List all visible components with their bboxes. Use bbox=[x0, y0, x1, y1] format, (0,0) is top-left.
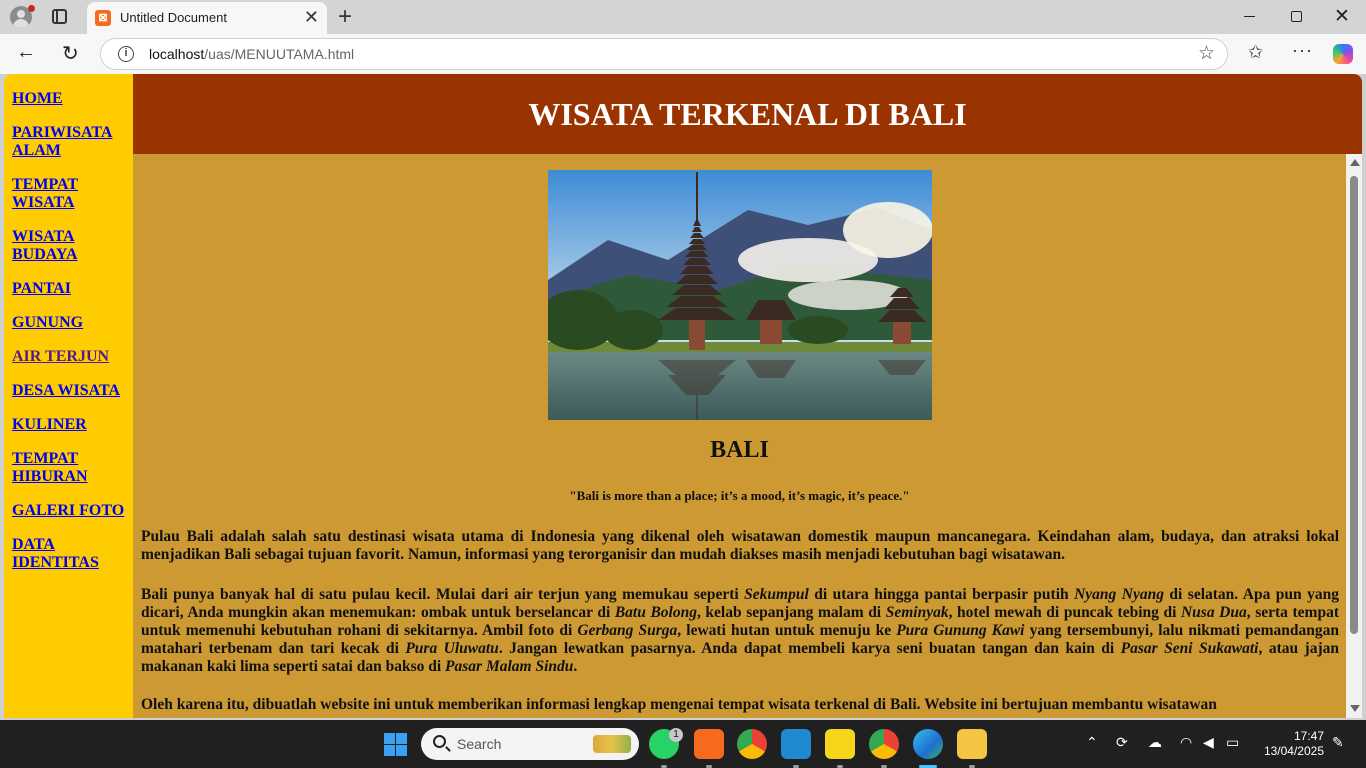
favorites-icon[interactable]: ✩ bbox=[1248, 42, 1263, 63]
sidebar-item-desa-wisata[interactable]: DESA WISATA bbox=[12, 382, 132, 400]
os-taskbar: Search ⌃ ⟳ ☁ ◠ ◀ ▭ 17:47 13/04/2025 ✎ bbox=[0, 720, 1366, 768]
place-name: Gerbang Surga bbox=[577, 622, 678, 639]
place-name: Pasar Seni Sukawati bbox=[1120, 640, 1259, 657]
url-path: /uas/MENUUTAMA.html bbox=[204, 46, 355, 62]
volume-icon[interactable]: ◀ bbox=[1203, 734, 1214, 751]
sidebar-nav: HOME PARIWISATA ALAM TEMPAT WISATA WISAT… bbox=[4, 74, 133, 718]
paragraph-text: di utara hingga pantai berpasir putih bbox=[808, 586, 1075, 603]
browser-toolbar: ← ↻ i localhost/uas/MENUUTAMA.html ☆ ✩ ·… bbox=[0, 34, 1366, 74]
profile-notification-dot bbox=[28, 5, 35, 12]
system-clock[interactable]: 17:47 13/04/2025 bbox=[1258, 729, 1324, 759]
paragraph-text: . bbox=[573, 658, 578, 675]
vscode-icon[interactable] bbox=[781, 729, 811, 759]
page-header: WISATA TERKENAL DI BALI bbox=[133, 74, 1362, 154]
xampp-icon: ⊠ bbox=[95, 10, 111, 26]
favorite-star-icon[interactable]: ☆ bbox=[1198, 42, 1215, 65]
back-arrow-icon[interactable]: ← bbox=[16, 41, 36, 64]
sidebar-item-pantai[interactable]: PANTAI bbox=[12, 280, 132, 298]
scroll-down-arrow-icon[interactable] bbox=[1350, 705, 1360, 712]
place-name: Pasar Malam Sindu bbox=[445, 658, 574, 675]
windows-start-icon[interactable] bbox=[384, 733, 407, 756]
paragraph-text: , lewati hutan untuk menuju ke bbox=[677, 622, 897, 639]
file-explorer-icon[interactable] bbox=[957, 729, 987, 759]
tab-active[interactable]: ⊠ Untitled Document ✕ bbox=[87, 2, 327, 34]
scroll-up-arrow-icon[interactable] bbox=[1350, 159, 1360, 166]
copilot-icon[interactable] bbox=[1333, 44, 1353, 64]
edge-icon[interactable] bbox=[913, 729, 943, 759]
sidebar-item-home[interactable]: HOME bbox=[12, 90, 132, 108]
intro-paragraph: Pulau Bali adalah salah satu destinasi w… bbox=[141, 528, 1339, 563]
page-viewport: HOME PARIWISATA ALAM TEMPAT WISATA WISAT… bbox=[4, 74, 1362, 718]
paragraph-text: , kelab sepanjang malam di bbox=[696, 604, 886, 621]
highlights-paragraph: Bali punya banyak hal di satu pulau keci… bbox=[141, 586, 1339, 676]
place-name: Nusa Dua bbox=[1180, 604, 1247, 621]
chrome-icon[interactable] bbox=[737, 729, 767, 759]
browser-tab-strip: ⊠ Untitled Document ✕ + ✕ bbox=[0, 0, 1366, 34]
place-name: Pura Uluwatu bbox=[405, 640, 499, 657]
page-scrollbar[interactable] bbox=[1346, 154, 1362, 718]
page-title: WISATA TERKENAL DI BALI bbox=[528, 96, 967, 132]
whatsapp-badge: 1 bbox=[669, 728, 683, 742]
tab-title: Untitled Document bbox=[120, 10, 227, 25]
bali-temple-photo bbox=[548, 170, 932, 420]
purpose-paragraph: Oleh karena itu, dibuatlah website ini u… bbox=[141, 696, 1217, 713]
new-tab-icon[interactable]: + bbox=[338, 3, 352, 31]
tab-close-icon[interactable]: ✕ bbox=[304, 7, 319, 28]
clock-time: 17:47 bbox=[1293, 729, 1324, 743]
destination-heading: BALI bbox=[710, 437, 769, 463]
xampp-taskbar-icon[interactable] bbox=[694, 729, 724, 759]
search-highlight-icon bbox=[593, 735, 631, 753]
place-name: Nyang Nyang bbox=[1074, 586, 1164, 603]
maximize-icon[interactable] bbox=[1291, 11, 1302, 22]
chrome-profile-icon[interactable] bbox=[869, 729, 899, 759]
sidebar-item-kuliner[interactable]: KULINER bbox=[12, 416, 132, 434]
address-bar[interactable]: i localhost/uas/MENUUTAMA.html ☆ bbox=[100, 38, 1228, 70]
sidebar-item-galeri-foto[interactable]: GALERI FOTO bbox=[12, 502, 132, 520]
sidebar-item-wisata-budaya[interactable]: WISATA BUDAYA bbox=[12, 228, 132, 264]
sticky-notes-icon[interactable] bbox=[825, 729, 855, 759]
quote-text: "Bali is more than a place; it’s a mood,… bbox=[569, 488, 910, 503]
sidebar-item-gunung[interactable]: GUNUNG bbox=[12, 314, 132, 332]
paragraph-text: . Jangan lewatkan pasarnya. Anda dapat m… bbox=[498, 640, 1121, 657]
paragraph-text: , hotel mewah di puncak tebing di bbox=[948, 604, 1181, 621]
notifications-icon[interactable]: ✎ bbox=[1332, 734, 1344, 751]
sidebar-item-tempat-wisata[interactable]: TEMPAT WISATA bbox=[12, 176, 132, 212]
sync-icon[interactable]: ⟳ bbox=[1116, 734, 1128, 751]
sidebar-item-air-terjun[interactable]: AIR TERJUN bbox=[12, 348, 132, 366]
minimize-icon[interactable] bbox=[1244, 16, 1255, 17]
show-hidden-icons-icon[interactable]: ⌃ bbox=[1086, 734, 1098, 751]
place-name: Seminyak bbox=[885, 604, 949, 621]
tab-actions-icon[interactable] bbox=[52, 9, 67, 24]
close-window-icon[interactable]: ✕ bbox=[1334, 5, 1350, 28]
scrollbar-thumb[interactable] bbox=[1350, 176, 1358, 634]
reload-icon[interactable]: ↻ bbox=[62, 41, 79, 66]
sidebar-item-tempat-hiburan[interactable]: TEMPAT HIBURAN bbox=[12, 450, 132, 486]
paragraph-text: Bali punya banyak hal di satu pulau keci… bbox=[141, 586, 745, 603]
cloud-offline-icon[interactable]: ☁ bbox=[1148, 734, 1162, 751]
place-name: Batu Bolong bbox=[614, 604, 697, 621]
url-text[interactable]: localhost/uas/MENUUTAMA.html bbox=[149, 46, 354, 62]
place-name: Sekumpul bbox=[744, 586, 809, 603]
search-icon bbox=[433, 735, 446, 748]
wifi-icon[interactable]: ◠ bbox=[1180, 734, 1192, 751]
battery-icon[interactable]: ▭ bbox=[1226, 734, 1239, 751]
sidebar-item-pariwisata-alam[interactable]: PARIWISATA ALAM bbox=[12, 124, 132, 160]
taskbar-search[interactable]: Search bbox=[421, 728, 639, 760]
url-host: localhost bbox=[149, 46, 205, 62]
search-placeholder: Search bbox=[457, 736, 502, 752]
sidebar-item-data-identitas[interactable]: DATA IDENTITAS bbox=[12, 536, 132, 572]
site-info-icon[interactable]: i bbox=[118, 46, 134, 62]
place-name: Pura Gunung Kawi bbox=[896, 622, 1025, 639]
clock-date: 13/04/2025 bbox=[1263, 744, 1324, 758]
more-options-icon[interactable]: ··· bbox=[1292, 40, 1313, 61]
main-content: BALI "Bali is more than a place; it’s a … bbox=[133, 154, 1346, 718]
